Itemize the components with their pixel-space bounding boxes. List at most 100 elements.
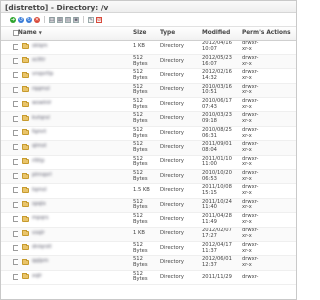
perms-cell: drwxr-xr-x (242, 155, 296, 171)
table-row[interactable]: rqqmsl 512 Bytes Directory 2010/03/16 10:51 dr… (1, 83, 296, 99)
file-name[interactable]: xqlr (32, 273, 42, 280)
row-select-cell (1, 198, 18, 214)
modified-time: 10:51 (202, 89, 217, 96)
navigate-back-icon[interactable]: ↺ (18, 16, 24, 23)
table-row[interactable]: kvtqrxl 512 Bytes Directory 2010/03/23 09:18 d… (1, 111, 296, 127)
name-cell[interactable]: tqmsl (18, 183, 133, 199)
perms-value-cont: xr-x (242, 60, 252, 67)
table-row[interactable]: tqmsl 1.5 KB Directory 2011/10/08 15:15 drwxr… (1, 183, 296, 199)
file-name[interactable]: xclttr (32, 57, 45, 64)
modified-cell: 2012/02/07 17:27 (202, 227, 242, 242)
row-select-cell (1, 54, 18, 70)
table-row[interactable]: plrnqsrl 512 Bytes Directory 2010/10/20 06:53… (1, 169, 296, 185)
table-row[interactable]: qqlpm 512 Bytes Directory 2012/06/01 12:37 drw… (1, 255, 296, 271)
file-name[interactable]: kvtqrxl (32, 115, 50, 122)
name-cell[interactable]: fqmrt (18, 126, 133, 142)
navigate-forward-icon[interactable]: ➜ (10, 16, 16, 23)
column-header-name[interactable]: Name ▼ (18, 27, 133, 41)
modified-time: 17:27 (202, 233, 217, 240)
size-cell: 512 Bytes (133, 212, 160, 228)
column-header-size[interactable]: Size (133, 27, 160, 41)
name-cell[interactable]: mpqrs (18, 212, 133, 228)
name-cell[interactable]: dnlqrstl (18, 241, 133, 257)
perms-cell: drwxr-xr-x (242, 183, 296, 199)
name-cell[interactable]: rllttp (18, 155, 133, 171)
perms-cell: drwxr-xr-x (242, 97, 296, 113)
upload-icon[interactable]: ▥ (65, 16, 71, 23)
table-row[interactable]: vsqlr 1 KB Directory 2012/02/07 17:27 drwxr-x… (1, 227, 296, 242)
name-cell[interactable]: rqqmsl (18, 83, 133, 99)
perms-value-cont: xr-x (242, 175, 252, 182)
modified-cell: 2010/10/20 06:53 (202, 169, 242, 185)
table-row[interactable]: spqlx 512 Bytes Directory 2011/10/24 11:40 drw… (1, 198, 296, 214)
file-name[interactable]: qlmst (32, 144, 47, 150)
perms-value-cont: xr-x (242, 74, 252, 81)
name-cell[interactable]: plrnqsrl (18, 169, 133, 185)
name-cell[interactable]: kvtqrxl (18, 111, 133, 127)
file-name[interactable]: rllttp (32, 158, 44, 165)
name-cell[interactable]: xclttr (18, 54, 133, 70)
sort-arrow-icon: ▼ (38, 30, 42, 36)
size-unit: Bytes (133, 146, 148, 153)
directory-rows: sklqm 1 KB Directory 2012/04/16 10:07 drwxr-x… (1, 40, 296, 286)
table-row[interactable]: dnlqrstl 512 Bytes Directory 2012/04/17 11:37… (1, 241, 296, 257)
stop-icon[interactable]: ⊘ (96, 16, 102, 23)
type-cell: Directory (160, 68, 202, 84)
perms-cell: drwxr-xr-x (242, 111, 296, 127)
name-cell[interactable]: sklqm (18, 40, 133, 55)
file-name[interactable]: spqlx (32, 201, 46, 208)
file-name[interactable]: fqmrt (32, 129, 46, 136)
name-cell[interactable]: qqlpm (18, 255, 133, 271)
table-row[interactable]: wswlnlr 512 Bytes Directory 2010/06/17 07:43 d… (1, 97, 296, 113)
type-cell: Directory (160, 54, 202, 70)
delete-icon[interactable]: ✕ (34, 16, 40, 23)
column-header-perms[interactable]: Perm's Actions (242, 27, 296, 41)
file-name[interactable]: vsqlr (32, 230, 45, 237)
file-name[interactable]: wswlnlr (32, 100, 52, 107)
file-name[interactable]: qqlpm (32, 259, 48, 265)
download-icon[interactable]: ▣ (73, 16, 79, 23)
folder-icon (22, 71, 29, 78)
name-cell[interactable]: wswlnlr (18, 97, 133, 113)
table-row[interactable]: rllttp 512 Bytes Directory 2011/01/10 11:00 dr… (1, 155, 296, 171)
table-row[interactable]: xqlr 512 Bytes Directory 2011/11/29 drwxr- (1, 270, 296, 286)
perms-cell: drwxr-xr-x (242, 126, 296, 142)
copy-icon[interactable]: ▤ (49, 16, 55, 23)
file-name[interactable]: mpqrs (32, 215, 48, 222)
file-name[interactable]: sklqm (32, 43, 48, 50)
size-unit: Bytes (133, 247, 148, 254)
table-row[interactable]: fqmrt 512 Bytes Directory 2010/08/25 06:31 drw… (1, 126, 296, 142)
modified-time: 06:31 (202, 132, 217, 139)
folder-icon (22, 230, 29, 237)
move-icon[interactable]: ▦ (57, 16, 63, 23)
file-name[interactable]: vnqsrtlp (32, 72, 53, 78)
modified-time: 16:07 (202, 60, 217, 67)
column-header-modified[interactable]: Modified (202, 27, 242, 41)
folder-icon (22, 129, 29, 136)
table-row[interactable]: xclttr 512 Bytes Directory 2012/05/23 16:07 dr… (1, 54, 296, 70)
file-name[interactable]: dnlqrstl (32, 244, 52, 251)
table-row[interactable]: vnqsrtlp 512 Bytes Directory 2012/02/16 14:32… (1, 68, 296, 84)
name-cell[interactable]: spqlx (18, 198, 133, 214)
name-cell[interactable]: vsqlr (18, 227, 133, 242)
name-cell[interactable]: qlmst (18, 140, 133, 156)
perms-cell: drwxr-xr-x (242, 40, 296, 55)
refresh-icon[interactable]: ↻ (26, 16, 32, 23)
column-header-type[interactable]: Type (160, 27, 202, 41)
perms-value-cont: xr-x (242, 262, 252, 269)
table-row[interactable]: mpqrs 512 Bytes Directory 2011/04/28 11:49 drw… (1, 212, 296, 228)
file-name[interactable]: plrnqsrl (32, 172, 52, 179)
name-cell[interactable]: xqlr (18, 270, 133, 286)
file-name[interactable]: rqqmsl (32, 86, 50, 93)
perms-cell: drwxr-xr-x (242, 68, 296, 84)
folder-icon (22, 158, 29, 165)
edit-icon[interactable]: ✎ (88, 16, 94, 23)
name-cell[interactable]: vnqsrtlp (18, 68, 133, 84)
file-name[interactable]: tqmsl (32, 187, 47, 194)
table-row[interactable]: qlmst 512 Bytes Directory 2011/09/01 08:04 drw… (1, 140, 296, 156)
type-cell: Directory (160, 241, 202, 257)
table-row[interactable]: sklqm 1 KB Directory 2012/04/16 10:07 drwxr-x… (1, 40, 296, 55)
folder-icon (22, 244, 29, 251)
perms-cell: drwxr-xr-x (242, 241, 296, 257)
row-select-cell (1, 169, 18, 185)
